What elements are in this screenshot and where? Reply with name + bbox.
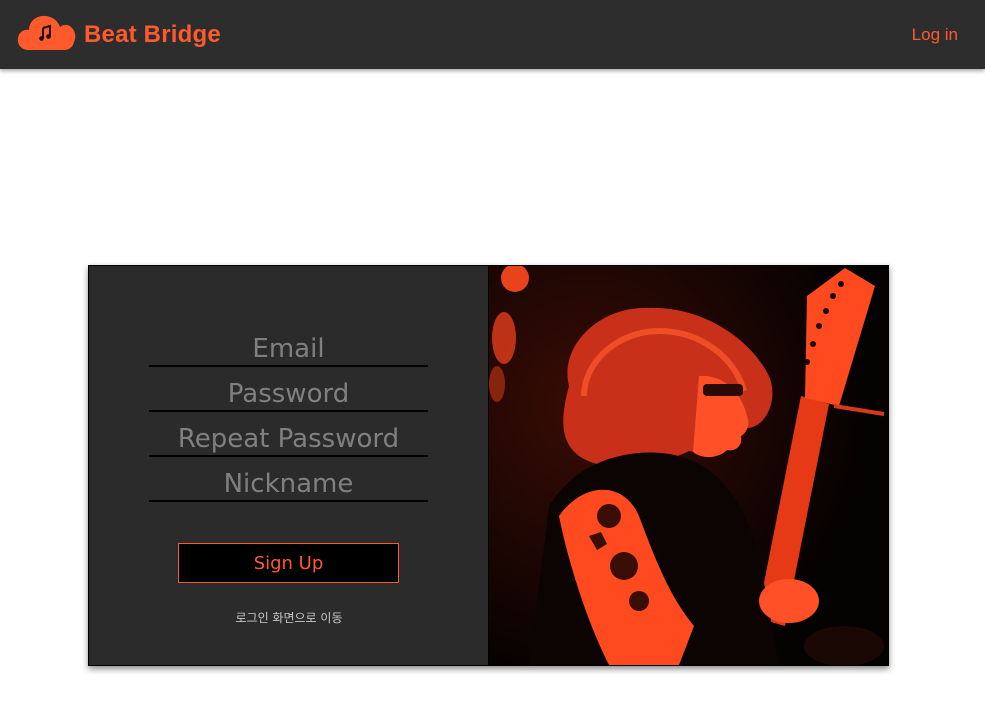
guitarist-illustration	[489, 266, 888, 665]
sign-up-button[interactable]: Sign Up	[178, 543, 399, 583]
brand-name: Beat Bridge	[84, 20, 221, 48]
goto-login-link[interactable]: 로그인 화면으로 이동	[89, 609, 489, 626]
password-input[interactable]	[149, 378, 428, 412]
nickname-input[interactable]	[149, 468, 428, 502]
signup-card: Sign Up 로그인 화면으로 이동	[88, 265, 889, 666]
repeat-password-input[interactable]	[149, 423, 428, 457]
login-link[interactable]: Log in	[912, 25, 958, 45]
top-navbar: Beat Bridge Log in	[0, 0, 985, 69]
email-input[interactable]	[149, 333, 428, 367]
guitarist-photo	[489, 266, 888, 665]
cloud-music-icon	[17, 12, 77, 57]
signup-form-panel: Sign Up 로그인 화면으로 이동	[89, 266, 489, 665]
brand-link[interactable]: Beat Bridge	[17, 12, 221, 57]
